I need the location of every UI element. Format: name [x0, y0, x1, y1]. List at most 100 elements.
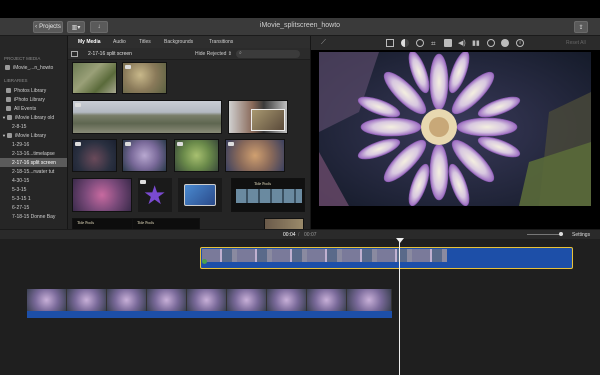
projects-back-button[interactable]: ‹ Projects [33, 21, 63, 33]
browser-tabs: My Media Audio Titles Backgrounds Transi… [68, 36, 310, 48]
zoom-slider-knob[interactable] [559, 232, 563, 236]
library-icon [6, 115, 12, 120]
sidebar-item-2-13-16[interactable]: 2-13-16...timelapse [0, 149, 67, 158]
media-thumbnail[interactable]: Tide Pools [72, 218, 134, 229]
sea-anemone-frame [319, 52, 591, 206]
event-name: 2-17-16 split screen [88, 51, 132, 57]
media-thumbnail[interactable] [174, 139, 219, 172]
sidebar-item-5-3-15-1[interactable]: 5-3-15 1 [0, 194, 67, 203]
media-thumbnail[interactable] [72, 100, 222, 134]
sidebar-item-5-3-15[interactable]: 5-3-15 [0, 185, 67, 194]
main-clip[interactable] [27, 289, 392, 311]
reset-all-button[interactable]: Reset All [566, 40, 586, 46]
stabilization-icon[interactable] [444, 39, 452, 47]
timeline[interactable] [0, 238, 600, 375]
sidebar-project-item[interactable]: iMovie_...n_howto [0, 63, 67, 72]
clip-frame [307, 289, 347, 311]
media-thumbnail[interactable] [225, 139, 285, 172]
sidebar-item-2-18-15[interactable]: 2-18-15...rwater tut [0, 167, 67, 176]
sidebar-item-4-30-15[interactable]: 4-30-15 [0, 176, 67, 185]
video-badge-icon [228, 142, 234, 146]
library-toggle-icon: ▥▾ [71, 24, 81, 31]
speaker-icon[interactable]: ◀) [458, 39, 466, 47]
video-badge-icon [125, 142, 131, 146]
disclosure-down-icon: ▼ [2, 133, 6, 138]
search-icon: ⌕ [239, 50, 242, 56]
playhead[interactable] [399, 239, 400, 375]
tab-backgrounds[interactable]: Backgrounds [164, 39, 193, 45]
sidebar-item-2-8-15[interactable]: 2-8-15 [0, 122, 67, 131]
media-thumbnail[interactable] [122, 139, 167, 172]
sidebar-item-photos-library[interactable]: Photos Library [0, 86, 67, 95]
sidebar-item-2-17-16-split-screen[interactable]: 2-17-16 split screen [0, 158, 67, 167]
clip-frame [147, 289, 187, 311]
media-thumbnail[interactable] [122, 62, 167, 94]
library-sidebar: PROJECT MEDIA iMovie_...n_howto LIBRARIE… [0, 36, 68, 229]
disclosure-down-icon: ▼ [2, 115, 6, 120]
media-browser: My Media Audio Titles Backgrounds Transi… [68, 36, 311, 229]
search-field[interactable]: ⌕ [236, 50, 300, 58]
library-toggle-button[interactable]: ▥▾ [67, 21, 85, 33]
final-cut-icon [184, 184, 216, 206]
tide-pools-clips [236, 189, 302, 203]
sidebar-item-7-18-15[interactable]: 7-18-15 Donne Bay [0, 212, 67, 221]
media-thumbnail[interactable] [228, 100, 288, 134]
import-icon: ↓ [97, 24, 101, 30]
media-thumbnail[interactable] [72, 178, 132, 212]
media-thumbnail[interactable]: Tide Pools [132, 218, 200, 229]
imovie-star-icon: ★ [143, 180, 167, 210]
split-screen-preview [251, 109, 285, 131]
media-thumbnail[interactable] [178, 178, 222, 212]
overlay-clip-filmstrip [202, 249, 447, 262]
info-icon[interactable]: i [516, 39, 524, 47]
viewer-toolbar: ⟋ ⌗ ◀) ▮▮ i Reset All [311, 36, 600, 50]
tab-audio[interactable]: Audio [113, 39, 126, 45]
sidebar-item-all-events[interactable]: All Events [0, 104, 67, 113]
zoom-slider[interactable] [527, 232, 563, 236]
sidebar-item-imovie-library-old[interactable]: ▼ iMovie Library old [0, 113, 67, 122]
color-correction-icon[interactable] [401, 39, 409, 47]
tab-titles[interactable]: Titles [139, 39, 151, 45]
tide-pools-title: Tide Pools [254, 181, 272, 186]
total-time: 00:07 [304, 232, 317, 238]
video-badge-icon [75, 103, 81, 107]
speed-icon[interactable] [487, 39, 495, 47]
iphoto-icon [6, 97, 11, 102]
tab-transitions[interactable]: Transitions [209, 39, 233, 45]
media-thumbnail[interactable]: Tide Pools [231, 178, 305, 212]
sidebar-item-iphoto-library[interactable]: iPhoto Library [0, 95, 67, 104]
hide-rejected-select[interactable]: Hide Rejected ⇕ [195, 51, 232, 57]
media-thumbnail[interactable] [72, 139, 117, 172]
title-bar: ‹ Projects ▥▾ ↓ iMovie_splitscreen_howto… [0, 18, 600, 36]
media-thumbnail[interactable]: ★ [138, 178, 172, 212]
timeline-header: 00:04 / 00:07 Settings [0, 229, 600, 239]
sidebar-item-6-27-15[interactable]: 6-27-15 [0, 203, 67, 212]
media-thumbnail[interactable] [264, 218, 304, 229]
video-badge-icon [177, 142, 183, 146]
sidebar-item-imovie-library[interactable]: ▼ iMovie Library [0, 131, 67, 140]
playhead-handle-icon[interactable] [396, 238, 404, 243]
noise-reduction-icon[interactable] [501, 39, 509, 47]
media-thumbnail[interactable] [72, 62, 117, 94]
palette-icon[interactable] [416, 39, 424, 47]
browser-filter-bar: 2-17-16 split screen Hide Rejected ⇕ ⌕ [68, 48, 310, 60]
sidebar-item-1-29-16[interactable]: 1-29-16 [0, 140, 67, 149]
share-icon: ⇪ [578, 24, 584, 31]
tab-my-media[interactable]: My Media [78, 39, 101, 45]
color-balance-icon[interactable] [386, 39, 394, 47]
video-viewer[interactable] [319, 52, 591, 206]
clip-frame [187, 289, 227, 311]
import-button[interactable]: ↓ [90, 21, 108, 33]
projects-back-icon: ‹ [35, 24, 38, 30]
equalizer-icon[interactable]: ▮▮ [472, 39, 480, 47]
clip-frame [67, 289, 107, 311]
share-button[interactable]: ⇪ [574, 21, 588, 33]
crop-icon[interactable]: ⌗ [431, 39, 439, 48]
magic-wand-icon[interactable]: ⟋ [321, 39, 329, 47]
settings-button[interactable]: Settings [572, 232, 590, 238]
sidebar-toggle-icon[interactable] [71, 51, 78, 57]
time-separator: / [298, 232, 300, 238]
project-icon [5, 65, 10, 70]
photos-icon [6, 88, 11, 93]
projects-back-label: Projects [39, 24, 61, 30]
